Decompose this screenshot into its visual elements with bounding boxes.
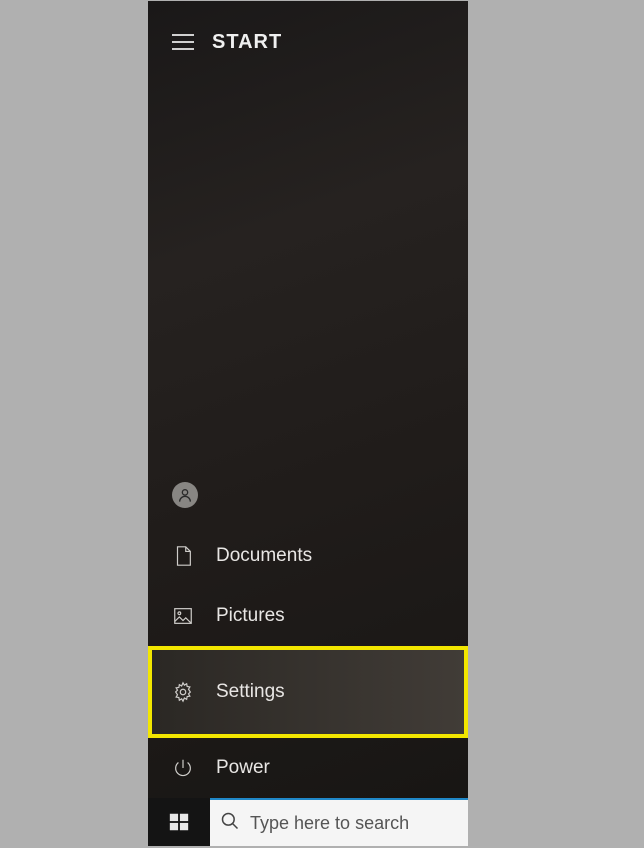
documents-label: Documents bbox=[216, 545, 312, 567]
menu-item-documents[interactable]: Documents bbox=[148, 526, 468, 586]
taskbar bbox=[148, 798, 468, 846]
windows-logo-icon bbox=[168, 811, 190, 833]
user-account-button[interactable] bbox=[148, 482, 468, 526]
user-avatar-icon bbox=[172, 482, 198, 508]
start-title: START bbox=[212, 31, 282, 54]
pictures-label: Pictures bbox=[216, 605, 285, 627]
power-label: Power bbox=[216, 757, 270, 779]
menu-item-settings[interactable]: Settings bbox=[148, 646, 468, 738]
start-header: START bbox=[148, 1, 468, 59]
search-input[interactable] bbox=[250, 813, 458, 834]
start-button[interactable] bbox=[148, 798, 210, 846]
menu-item-power[interactable]: Power bbox=[148, 738, 468, 798]
settings-label: Settings bbox=[216, 681, 285, 703]
gear-icon bbox=[172, 681, 194, 703]
start-bottom-list: Documents Pictures Settings bbox=[148, 482, 468, 798]
pictures-icon bbox=[172, 605, 194, 627]
start-menu-panel: START Documents bbox=[148, 1, 468, 798]
power-icon bbox=[172, 757, 194, 779]
search-box[interactable] bbox=[210, 798, 468, 846]
menu-item-pictures[interactable]: Pictures bbox=[148, 586, 468, 646]
search-icon bbox=[220, 811, 240, 836]
hamburger-icon[interactable] bbox=[172, 34, 194, 50]
document-icon bbox=[172, 545, 194, 567]
